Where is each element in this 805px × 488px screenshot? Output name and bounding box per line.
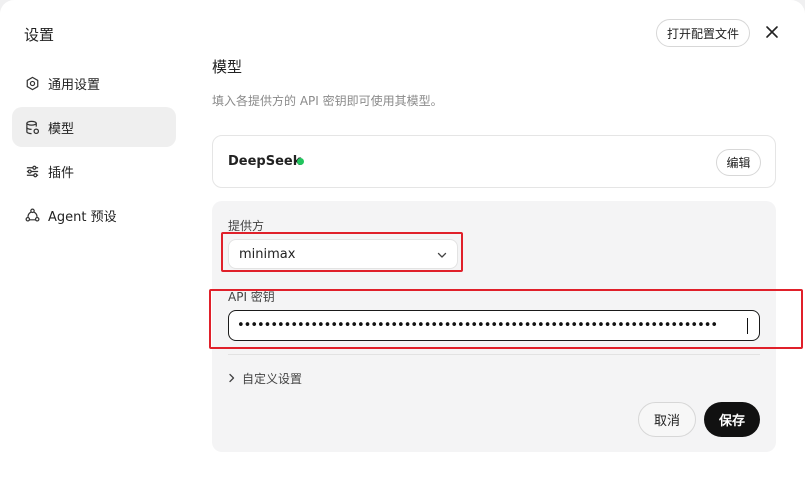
sidebar-item-plugins[interactable]: 插件 — [12, 151, 176, 191]
sidebar-item-label: 模型 — [48, 121, 75, 137]
page-title: 模型 — [212, 58, 243, 76]
sliders-icon — [24, 163, 40, 179]
sidebar-item-agent-presets[interactable]: Agent 预设 — [12, 195, 176, 235]
agent-icon — [24, 207, 40, 223]
settings-dialog: 设置 打开配置文件 通用设置 模型 插件 Agent 预设 模型 填入各提供方的… — [0, 0, 805, 488]
sidebar: 通用设置 模型 插件 Agent 预设 — [12, 63, 176, 239]
dialog-title: 设置 — [24, 26, 55, 44]
sidebar-item-general[interactable]: 通用设置 — [12, 63, 176, 103]
open-config-file-button[interactable]: 打开配置文件 — [656, 19, 750, 47]
api-key-highlight-box — [209, 289, 803, 349]
gear-icon — [24, 75, 40, 91]
edit-button[interactable]: 编辑 — [716, 149, 761, 176]
divider — [228, 354, 760, 355]
cancel-button[interactable]: 取消 — [638, 402, 696, 437]
provider-highlight-box — [221, 232, 463, 272]
sidebar-item-label: Agent 预设 — [48, 209, 117, 225]
provider-card: DeepSeek 编辑 — [212, 135, 776, 188]
provider-name: DeepSeek — [228, 154, 302, 169]
status-dot — [297, 158, 304, 165]
page-description: 填入各提供方的 API 密钥即可使用其模型。 — [212, 94, 443, 108]
close-icon[interactable] — [762, 22, 782, 42]
custom-settings-label: 自定义设置 — [242, 372, 303, 386]
custom-settings-toggle[interactable]: 自定义设置 — [228, 370, 302, 387]
sidebar-item-models[interactable]: 模型 — [12, 107, 176, 147]
sidebar-item-label: 通用设置 — [48, 77, 101, 93]
chevron-right-icon — [228, 372, 236, 386]
sidebar-item-label: 插件 — [48, 165, 75, 181]
database-icon — [24, 119, 40, 135]
save-button[interactable]: 保存 — [704, 402, 760, 437]
